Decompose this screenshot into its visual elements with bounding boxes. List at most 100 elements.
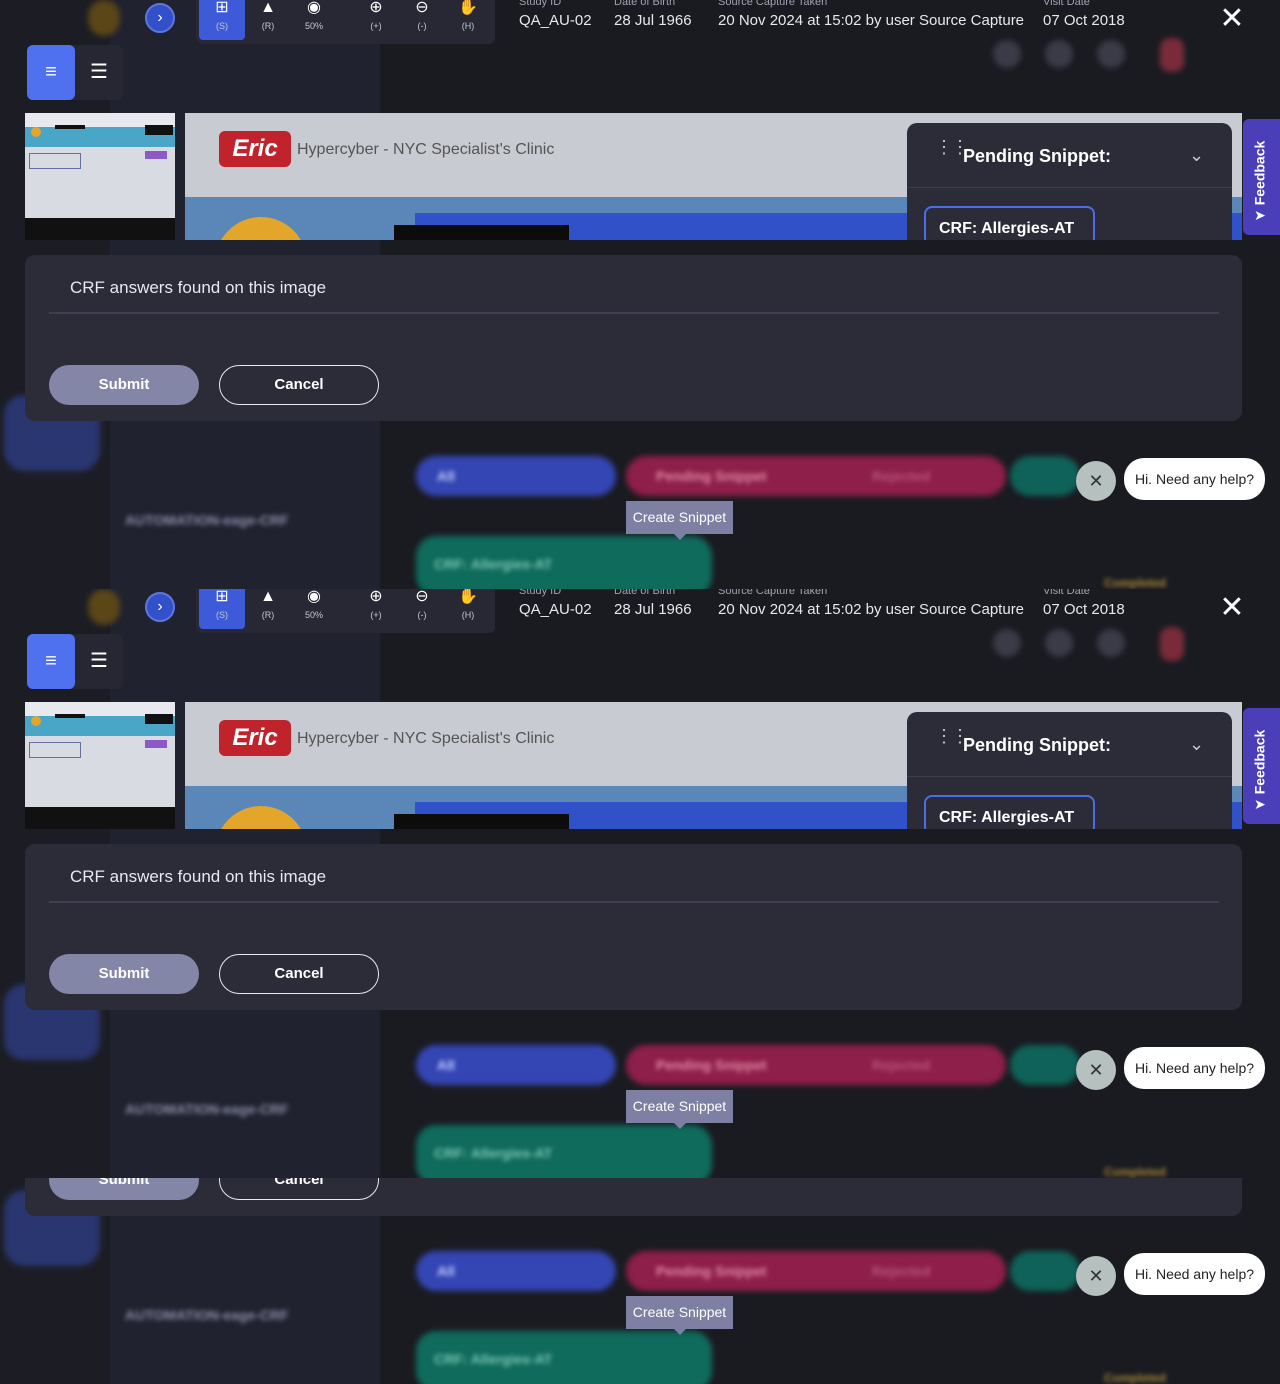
study-id-value: QA_AU-02: [519, 12, 592, 29]
capture-thumbnail[interactable]: [25, 113, 175, 240]
clinic-logo: Eric: [219, 720, 291, 756]
feedback-tab[interactable]: Feedback ➤: [1243, 708, 1280, 824]
crf-chip[interactable]: CRF: Allergies-AT: [924, 206, 1095, 240]
select-tool-button[interactable]: ⊞ (S): [199, 0, 245, 40]
filter-all-label: All: [437, 468, 455, 484]
tool-key: (R): [261, 21, 275, 31]
submit-button[interactable]: Submit: [49, 954, 199, 994]
zoom-in-tool-button[interactable]: ⊕ (+): [353, 589, 399, 629]
list-view-button[interactable]: ☰: [75, 634, 123, 689]
filter-pending-label: Pending Snippet: [656, 468, 767, 484]
select-tool-button[interactable]: ⊞ (S): [199, 589, 245, 629]
image-toolbar: ⊞ (S) ▲ (R) ◉ 50% ⊕ (+) ⊖ (-) ✋ (H): [196, 0, 495, 44]
screen-slice-1: AUTOMATION-eage-CRF All Pending Snippet …: [0, 0, 1280, 589]
bell-icon-bg: [1045, 629, 1073, 657]
dob-label: Date of Birth: [614, 0, 676, 8]
avatar: [1160, 38, 1184, 72]
pending-snippet-header[interactable]: ⋮⋮ Pending Snippet: ⌄: [907, 712, 1232, 777]
capture-value: 20 Nov 2024 at 15:02 by user Source Capt…: [718, 601, 1025, 618]
create-snippet-tooltip: Create Snippet: [626, 1296, 733, 1335]
review-screen: AUTOMATION-eage-CRF All Pending Snippet …: [0, 0, 1280, 589]
visit-value: 07 Oct 2018: [1043, 601, 1125, 618]
bell-icon-bg: [1045, 40, 1073, 68]
zoom-in-tool-button[interactable]: ⊕ (+): [353, 0, 399, 40]
side-title: AUTOMATION-eage-CRF: [125, 1307, 289, 1323]
capture-thumbnail[interactable]: [25, 702, 175, 829]
zoom-in-icon: ⊕: [369, 0, 383, 16]
capture-label: Source Capture Taken: [718, 0, 828, 8]
pan-tool-button[interactable]: ✋ (H): [445, 0, 491, 40]
tool-key: (S): [216, 610, 228, 620]
filter-rejected-label: Rejected: [872, 1057, 931, 1073]
pending-snippet-title: Pending Snippet:: [963, 735, 1111, 755]
side-title: AUTOMATION-eage-CRF: [125, 1101, 289, 1117]
cancel-button[interactable]: Cancel: [219, 365, 379, 405]
dob-value: 28 Jul 1966: [614, 601, 692, 618]
crf-answers-form: CRF answers found on this image Submit C…: [25, 844, 1242, 1010]
opacity-tool-button[interactable]: ◉ 50%: [291, 589, 337, 629]
crop-icon: ⊞: [215, 589, 229, 605]
close-help-icon[interactable]: ✕: [1076, 461, 1116, 501]
close-help-icon[interactable]: ✕: [1076, 1050, 1116, 1090]
review-screen: AUTOMATION-eage-CRF All Pending Snippet …: [0, 589, 1280, 1178]
help-bubble[interactable]: Hi. Need any help?: [1124, 1253, 1265, 1295]
tool-key: (+): [370, 610, 382, 620]
crf-answers-form: CRF answers found on this image Submit C…: [25, 255, 1242, 421]
review-screen: AUTOMATION-eage-CRF All Pending Snippet …: [0, 1178, 1280, 1384]
search-icon-bg: [993, 40, 1021, 68]
chevron-down-icon[interactable]: ⌄: [1189, 734, 1204, 755]
crf-card-label: CRF: Allergies-AT: [434, 1351, 553, 1367]
pan-tool-button[interactable]: ✋ (H): [445, 589, 491, 629]
stamp-icon: ▲: [260, 589, 276, 605]
filter-rejected-label: Rejected: [872, 468, 931, 484]
submit-button[interactable]: Submit: [49, 1178, 199, 1200]
zoom-out-tool-button[interactable]: ⊖ (-): [399, 0, 445, 40]
image-toolbar: ⊞ (S) ▲ (R) ◉ 50% ⊕ (+) ⊖ (-) ✋ (H): [196, 589, 495, 633]
filter-other: [1010, 1045, 1080, 1085]
date-of-birth: Date of Birth 28 Jul 1966: [614, 589, 692, 618]
filter-other: [1010, 1251, 1080, 1291]
study-id-value: QA_AU-02: [519, 601, 592, 618]
feedback-tab[interactable]: Feedback ➤: [1243, 119, 1280, 235]
filter-rejected-label: Rejected: [872, 1263, 931, 1279]
chevron-down-icon[interactable]: ⌄: [1189, 145, 1204, 166]
stamp-icon: ▲: [260, 0, 276, 16]
close-help-icon[interactable]: ✕: [1076, 1256, 1116, 1296]
tool-key: 50%: [304, 610, 323, 620]
date-of-birth: Date of Birth 28 Jul 1966: [614, 0, 692, 29]
tree-view-button[interactable]: ≡: [27, 634, 75, 689]
opacity-tool-button[interactable]: ◉ 50%: [291, 0, 337, 40]
cancel-button[interactable]: Cancel: [219, 954, 379, 994]
list-icon: ☰: [90, 650, 108, 672]
feedback-label: Feedback: [1251, 140, 1268, 206]
screen-slice-2: AUTOMATION-eage-CRF All Pending Snippet …: [0, 589, 1280, 1178]
crf-chip[interactable]: CRF: Allergies-AT: [924, 795, 1095, 829]
study-id: Study ID QA_AU-02: [519, 0, 592, 29]
next-capture-button[interactable]: ›: [145, 3, 175, 33]
list-view-button[interactable]: ☰: [75, 45, 123, 100]
next-capture-button[interactable]: ›: [145, 592, 175, 622]
clinic-name: Hypercyber - NYC Specialist's Clinic: [297, 141, 555, 158]
help-bubble[interactable]: Hi. Need any help?: [1124, 1047, 1265, 1089]
create-snippet-tooltip: Create Snippet: [626, 501, 733, 540]
source-capture: Source Capture Taken 20 Nov 2024 at 15:0…: [718, 589, 1024, 618]
visit-label: Visit Date: [1043, 589, 1090, 597]
tool-key: (S): [216, 21, 228, 31]
pending-snippet-header[interactable]: ⋮⋮ Pending Snippet: ⌄: [907, 123, 1232, 188]
tree-view-button[interactable]: ≡: [27, 45, 75, 100]
redact-tool-button[interactable]: ▲ (R): [245, 589, 291, 629]
redaction-box: [394, 814, 569, 829]
source-capture: Source Capture Taken 20 Nov 2024 at 15:0…: [718, 0, 1024, 29]
submit-button[interactable]: Submit: [49, 365, 199, 405]
close-icon[interactable]: ✕: [1218, 593, 1246, 623]
zoom-out-tool-button[interactable]: ⊖ (-): [399, 589, 445, 629]
globe-icon-bg: [1097, 40, 1125, 68]
capture-value: 20 Nov 2024 at 15:02 by user Source Capt…: [718, 12, 1025, 29]
pending-snippet-panel: ⋮⋮ Pending Snippet: ⌄ CRF: Allergies-AT: [907, 123, 1232, 240]
view-toggle: ≡ ☰: [27, 634, 123, 689]
cancel-button[interactable]: Cancel: [219, 1178, 379, 1200]
help-bubble[interactable]: Hi. Need any help?: [1124, 458, 1265, 500]
visit-label: Visit Date: [1043, 0, 1090, 8]
close-icon[interactable]: ✕: [1218, 4, 1246, 34]
redact-tool-button[interactable]: ▲ (R): [245, 0, 291, 40]
